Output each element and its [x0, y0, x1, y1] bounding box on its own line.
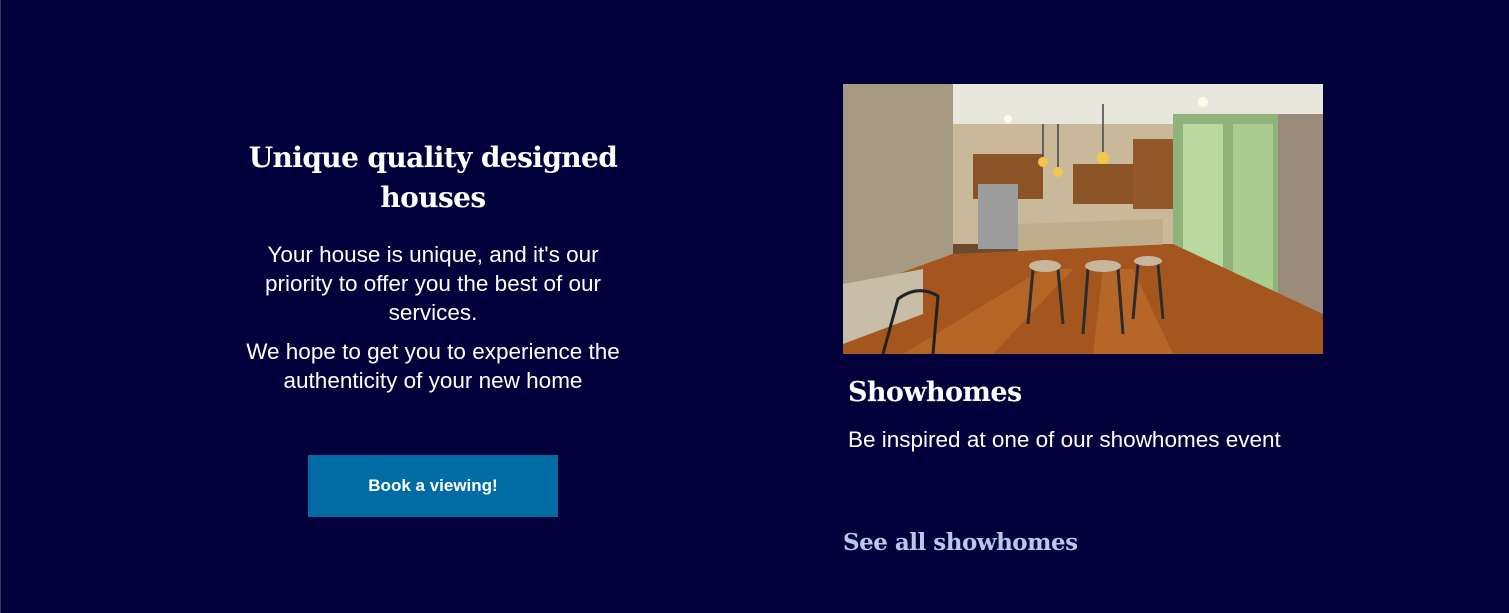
kitchen-photo-icon [843, 84, 1323, 354]
showhomes-image[interactable] [843, 84, 1323, 354]
see-all-showhomes-link[interactable]: See all showhomes [843, 527, 1078, 559]
intro-paragraph-2: We hope to get you to experience the aut… [246, 339, 620, 393]
intro-heading: Unique quality designed houses [248, 141, 618, 214]
showhomes-description: Be inspired at one of our showhomes even… [848, 427, 1281, 452]
book-viewing-button[interactable]: Book a viewing! [308, 455, 558, 517]
intro-paragraph-1: Your house is unique, and it's our prior… [264, 242, 602, 325]
showhomes-title: Showhomes [848, 377, 1022, 408]
intro-section: Unique quality designed houses Your hous… [233, 138, 633, 405]
